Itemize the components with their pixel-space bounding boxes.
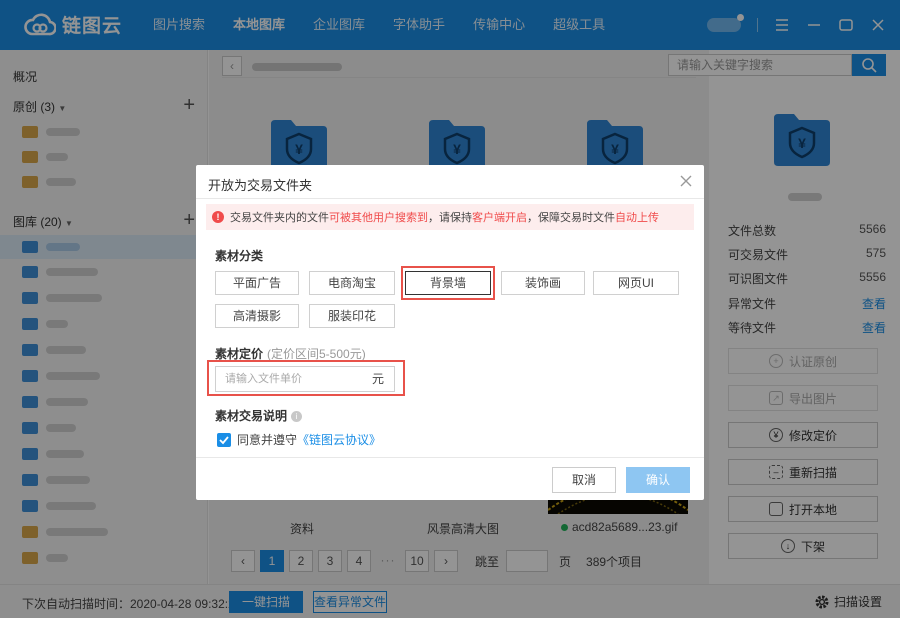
warning-banner: ! 交易文件夹内的文件 可被其他用户搜索到 ，请保持 客户端开启 ，保障交易时文件 自动上… bbox=[206, 204, 694, 230]
highlight-box bbox=[401, 266, 495, 300]
category-option[interactable]: 服装印花 bbox=[309, 304, 395, 328]
dialog-title: 开放为交易文件夹 bbox=[208, 178, 313, 193]
dialog-header: 开放为交易文件夹 bbox=[196, 165, 704, 199]
agree-checkbox[interactable]: 同意并遵守 《链图云协议》 bbox=[217, 431, 381, 448]
info-icon[interactable]: i bbox=[291, 411, 303, 423]
confirm-button[interactable]: 确认 bbox=[626, 467, 690, 493]
description-label: 素材交易说明 i bbox=[215, 407, 303, 424]
dialog-footer-divider bbox=[196, 457, 704, 458]
alert-icon: ! bbox=[212, 211, 224, 223]
category-option[interactable]: 网页UI bbox=[593, 271, 679, 295]
cancel-button[interactable]: 取消 bbox=[552, 467, 616, 493]
category-label: 素材分类 bbox=[215, 249, 264, 263]
category-option[interactable]: 电商淘宝 bbox=[309, 271, 395, 295]
category-option[interactable]: 平面广告 bbox=[215, 271, 299, 295]
checkbox-checked-icon bbox=[217, 432, 231, 447]
category-option[interactable]: 高清摄影 bbox=[215, 304, 299, 328]
highlight-box bbox=[207, 360, 405, 396]
open-trade-folder-dialog: 开放为交易文件夹 ! 交易文件夹内的文件 可被其他用户搜索到 ，请保持 客户端开启 ，保… bbox=[196, 165, 704, 500]
category-option[interactable]: 装饰画 bbox=[501, 271, 585, 295]
agreement-link[interactable]: 《链图云协议》 bbox=[297, 431, 381, 448]
close-icon[interactable] bbox=[678, 173, 694, 189]
